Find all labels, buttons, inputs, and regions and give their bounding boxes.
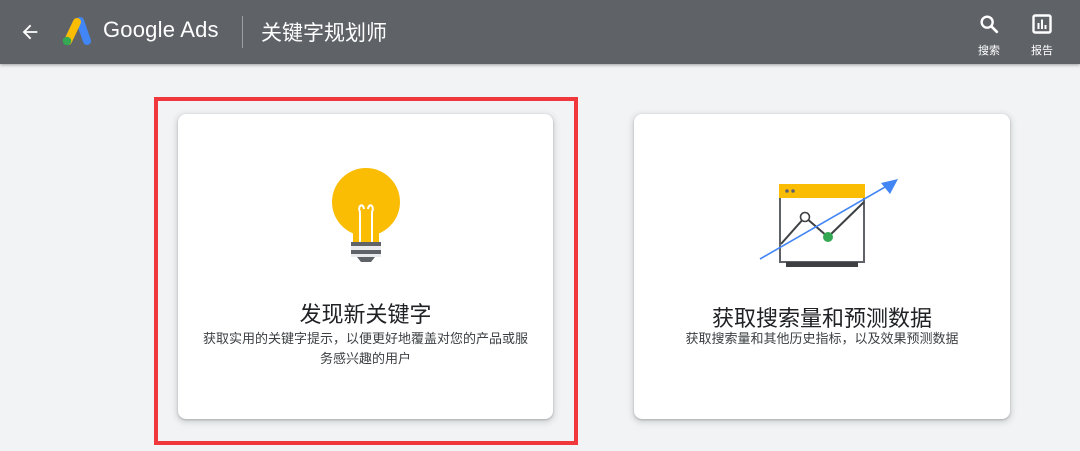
search-tool-label: 搜索 xyxy=(978,44,1000,57)
card-title: 发现新关键字 xyxy=(299,303,432,328)
search-tool-button[interactable]: 搜索 xyxy=(967,12,1011,58)
search-volume-forecast-card[interactable]: 获取搜索量和预测数据 获取搜索量和其他历史指标，以及效果预测数据 xyxy=(634,114,1010,419)
trend-chart-icon xyxy=(759,179,898,267)
card-title: 获取搜索量和预测数据 xyxy=(711,307,932,332)
card-description: 获取搜索量和其他历史指标，以及效果预测数据 xyxy=(685,332,959,347)
report-tool-label: 报告 xyxy=(1031,44,1053,57)
report-tool-button[interactable]: 报告 xyxy=(1020,12,1064,58)
back-button[interactable] xyxy=(16,18,44,46)
top-app-bar: Google Ads 关键字规划师 搜索 报告 xyxy=(0,0,1080,64)
arrow-back-icon xyxy=(22,24,38,40)
page-title: 关键字规划师 xyxy=(261,21,387,45)
card-description: 获取实用的关键字提示，以便更好地覆盖对您的产品或服务感兴趣的用户 xyxy=(202,332,528,367)
search-icon xyxy=(980,15,999,34)
google-ads-logo xyxy=(62,17,91,46)
lightbulb-icon xyxy=(332,168,400,262)
header-divider xyxy=(242,16,243,48)
bar-chart-icon xyxy=(1032,14,1052,34)
brand-name: Google Ads xyxy=(103,17,219,42)
discover-keywords-card[interactable]: 发现新关键字 获取实用的关键字提示，以便更好地覆盖对您的产品或服务感兴趣的用户 xyxy=(178,114,553,419)
